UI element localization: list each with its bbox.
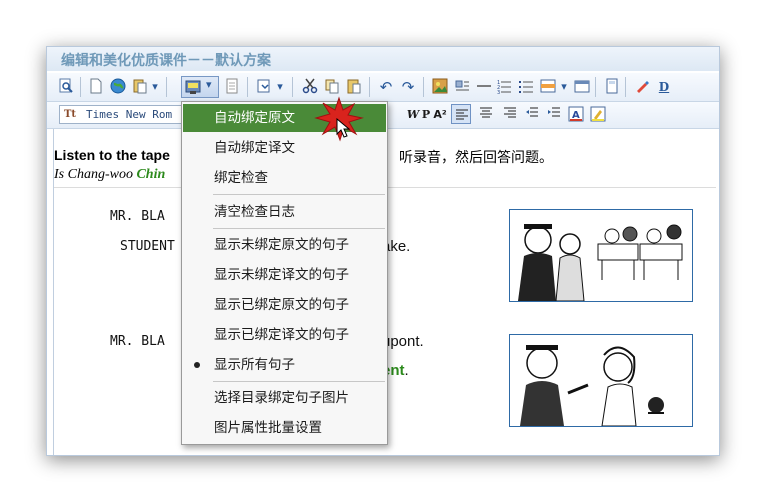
radio-bullet-icon bbox=[194, 362, 200, 368]
highlight-color-icon[interactable] bbox=[589, 106, 607, 124]
lesson-heading-translation: 听录音，然后回答问题。 bbox=[399, 150, 553, 166]
document-list-icon[interactable] bbox=[223, 78, 241, 96]
preview-icon[interactable] bbox=[57, 78, 75, 96]
menu-item-show-unbound-source[interactable]: 显示未绑定原文的句子 bbox=[183, 231, 386, 259]
superscript-icon[interactable]: A² bbox=[433, 106, 447, 124]
dialogue-speaker: MR. BLA bbox=[110, 334, 165, 349]
binding-dropdown-menu: 自动绑定原文 自动绑定译文 绑定检查 清空检查日志 显示未绑定原文的句子 显示未… bbox=[181, 101, 388, 445]
menu-item-select-directory-images[interactable]: 选择目录绑定句子图片 bbox=[183, 384, 386, 412]
window-title: 编辑和美化优质课件－－默认方案 bbox=[61, 53, 271, 69]
mouse-cursor-icon bbox=[336, 118, 351, 138]
insert-row-icon[interactable] bbox=[539, 78, 557, 96]
menu-separator bbox=[213, 381, 385, 382]
dialogue-speaker: MR. BLA bbox=[110, 209, 165, 224]
toolbar-separator bbox=[625, 77, 626, 97]
insert-image-icon[interactable] bbox=[431, 78, 449, 96]
numbered-list-icon[interactable]: 123 bbox=[495, 78, 513, 96]
font-icon: Tt bbox=[63, 109, 77, 120]
title-bar: 编辑和美化优质课件－－默认方案 bbox=[47, 47, 719, 71]
dialogue-text: upont. bbox=[382, 333, 424, 350]
chevron-down-icon[interactable]: ▾ bbox=[559, 78, 569, 96]
toolbar-separator bbox=[247, 77, 248, 97]
lesson-heading: Listen to the tape bbox=[54, 147, 170, 163]
toolbar-separator bbox=[292, 77, 293, 97]
window-icon[interactable] bbox=[573, 78, 591, 96]
toolbar-separator bbox=[166, 77, 167, 97]
page-icon[interactable] bbox=[603, 78, 621, 96]
align-right-icon[interactable] bbox=[501, 106, 519, 124]
align-center-icon[interactable] bbox=[477, 106, 495, 124]
menu-item-show-unbound-translation[interactable]: 显示未绑定译文的句子 bbox=[183, 261, 386, 289]
toolbar-separator bbox=[80, 77, 81, 97]
chevron-down-icon: ▾ bbox=[206, 78, 212, 91]
decrease-indent-icon[interactable] bbox=[523, 106, 541, 124]
paragraph-style-icon[interactable]: P bbox=[419, 106, 433, 124]
menu-item-show-all-sentences[interactable]: 显示所有句子 bbox=[183, 351, 386, 379]
teacher-student-illustration[interactable] bbox=[509, 334, 693, 427]
new-document-icon[interactable] bbox=[87, 78, 105, 96]
toolbar-separator bbox=[423, 77, 424, 97]
lesson-subtitle: Is Chang-woo Chin bbox=[54, 167, 166, 182]
undo-icon[interactable]: ↶ bbox=[377, 78, 395, 96]
font-name-field[interactable]: Times New Rom bbox=[59, 105, 183, 124]
font-color-icon[interactable]: A bbox=[567, 106, 585, 124]
menu-item-binding-check[interactable]: 绑定检查 bbox=[183, 164, 386, 192]
image-align-icon[interactable] bbox=[453, 78, 471, 96]
menu-item-clear-check-log[interactable]: 清空检查日志 bbox=[183, 198, 386, 226]
chevron-down-icon[interactable]: ▾ bbox=[150, 78, 160, 96]
export-icon[interactable] bbox=[255, 78, 273, 96]
increase-indent-icon[interactable] bbox=[545, 106, 563, 124]
menu-item-batch-image-properties[interactable]: 图片属性批量设置 bbox=[183, 414, 386, 442]
chevron-down-icon[interactable]: ▾ bbox=[275, 78, 285, 96]
underline-style-icon[interactable]: D bbox=[655, 78, 673, 96]
align-left-button[interactable] bbox=[451, 104, 471, 124]
menu-separator bbox=[213, 228, 385, 229]
classroom-illustration[interactable] bbox=[509, 209, 693, 302]
svg-text:3: 3 bbox=[497, 90, 500, 94]
redo-icon[interactable]: ↷ bbox=[399, 78, 417, 96]
globe-icon[interactable] bbox=[109, 78, 127, 96]
cut-icon[interactable] bbox=[301, 78, 319, 96]
menu-item-show-bound-translation[interactable]: 显示已绑定译文的句子 bbox=[183, 321, 386, 349]
main-toolbar: ▾ ▾ ▾ ↶ ↷ 1 2 3 ▾ D bbox=[47, 73, 719, 102]
toolbar-separator bbox=[595, 77, 596, 97]
bullet-list-icon[interactable] bbox=[517, 78, 535, 96]
clipboard-icon[interactable] bbox=[345, 78, 363, 96]
menu-item-show-bound-source[interactable]: 显示已绑定原文的句子 bbox=[183, 291, 386, 319]
copy-icon[interactable] bbox=[323, 78, 341, 96]
dialogue-speaker: STUDENT bbox=[120, 239, 175, 254]
color-pen-icon[interactable] bbox=[633, 78, 651, 96]
binding-menu-button[interactable]: ▾ bbox=[181, 76, 219, 98]
paste-icon[interactable] bbox=[131, 78, 149, 96]
horizontal-rule-icon[interactable] bbox=[475, 78, 493, 96]
toolbar-separator bbox=[369, 77, 370, 97]
menu-separator bbox=[213, 194, 385, 195]
